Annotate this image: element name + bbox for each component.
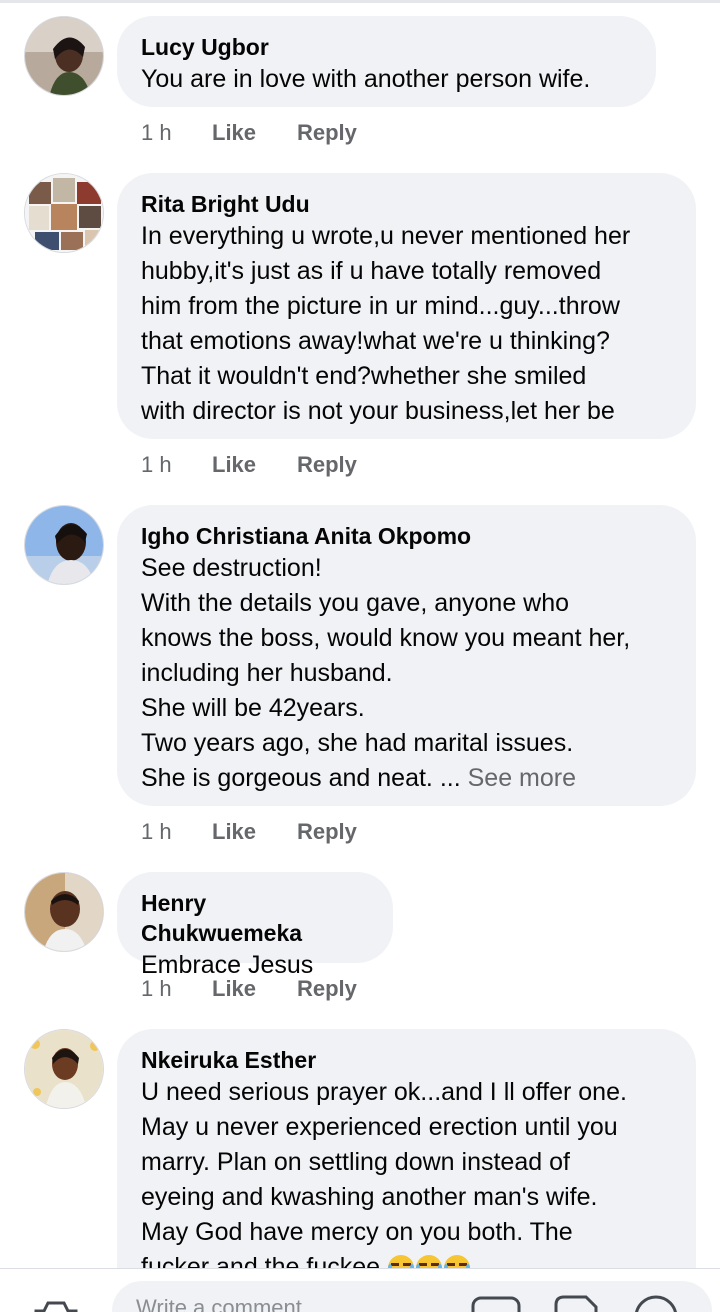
comment-author[interactable]: Henry Chukwuemeka [141, 888, 369, 948]
comment-bubble[interactable]: Nkeiruka Esther U need serious prayer ok… [117, 1029, 696, 1268]
crying-laughing-emoji-icon [387, 1253, 415, 1268]
comment-text: U need serious prayer ok...and I ll offe… [141, 1075, 672, 1268]
comment-timestamp[interactable]: 1 h [141, 819, 172, 845]
comment-text: See destruction! With the details you ga… [141, 551, 672, 796]
comments-feed: Lucy Ugbor You are in love with another … [0, 0, 720, 1268]
avatar[interactable] [24, 173, 104, 253]
comment-input[interactable]: Write a comment... [112, 1281, 712, 1312]
avatar[interactable] [24, 872, 104, 952]
comment-item: Nkeiruka Esther U need serious prayer ok… [24, 1029, 704, 1268]
comment-text: In everything u wrote,u never mentioned … [141, 222, 631, 425]
emoji-icon[interactable] [632, 1291, 680, 1312]
like-button[interactable]: Like [212, 819, 256, 845]
top-divider [0, 0, 720, 3]
reply-button[interactable]: Reply [297, 120, 357, 146]
comment-item: Rita Bright Udu In everything u wrote,u … [24, 173, 704, 483]
crying-laughing-emoji-icon [415, 1253, 443, 1268]
comment-item: Lucy Ugbor You are in love with another … [24, 16, 704, 166]
comment-item: Henry Chukwuemeka Embrace Jesus 1 h Like… [24, 872, 704, 1007]
reply-button[interactable]: Reply [297, 976, 357, 1002]
comment-bubble[interactable]: Igho Christiana Anita Okpomo See destruc… [117, 505, 696, 806]
comment-author[interactable]: Lucy Ugbor [141, 32, 632, 62]
like-button[interactable]: Like [212, 452, 256, 478]
reply-button[interactable]: Reply [297, 452, 357, 478]
comment-bubble[interactable]: Lucy Ugbor You are in love with another … [117, 16, 656, 107]
comment-timestamp[interactable]: 1 h [141, 976, 172, 1002]
crying-laughing-emoji-icon [443, 1253, 471, 1268]
comment-text-body: U need serious prayer ok...and I ll offe… [141, 1078, 627, 1268]
comment-composer: Write a comment... [0, 1268, 720, 1312]
comment-bubble[interactable]: Henry Chukwuemeka Embrace Jesus [117, 872, 393, 979]
gif-icon[interactable] [470, 1295, 522, 1312]
see-more-link[interactable]: See more [468, 764, 576, 792]
comment-text: You are in love with another person wife… [141, 65, 591, 93]
reply-button[interactable]: Reply [297, 819, 357, 845]
sticker-icon[interactable] [552, 1293, 600, 1312]
like-button[interactable]: Like [212, 120, 256, 146]
comment-bubble[interactable]: Rita Bright Udu In everything u wrote,u … [117, 173, 696, 439]
avatar[interactable] [24, 505, 104, 585]
like-button[interactable]: Like [212, 976, 256, 1002]
avatar[interactable] [24, 16, 104, 96]
comment-timestamp[interactable]: 1 h [141, 452, 172, 478]
avatar[interactable] [24, 1029, 104, 1109]
comment-input-placeholder: Write a comment... [136, 1295, 321, 1312]
comment-author[interactable]: Nkeiruka Esther [141, 1045, 672, 1075]
camera-icon[interactable] [30, 1297, 82, 1312]
comment-author[interactable]: Igho Christiana Anita Okpomo [141, 521, 672, 551]
comment-timestamp[interactable]: 1 h [141, 120, 172, 146]
comment-item: Igho Christiana Anita Okpomo See destruc… [24, 505, 704, 850]
comment-text-body: See destruction! With the details you ga… [141, 554, 631, 792]
comment-author[interactable]: Rita Bright Udu [141, 189, 672, 219]
